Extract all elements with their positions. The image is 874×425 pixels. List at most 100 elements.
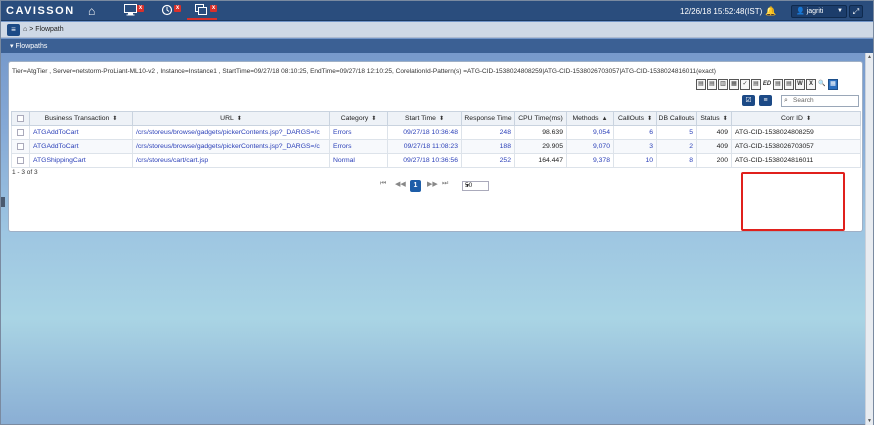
cell-start-time[interactable]: 09/27/18 10:36:48 bbox=[387, 125, 462, 140]
scroll-up-icon[interactable]: ▲ bbox=[867, 54, 872, 60]
column-header-callouts[interactable]: CallOuts ⬍ bbox=[613, 111, 657, 126]
next-page-icon[interactable]: ▶▶ bbox=[427, 180, 438, 188]
cell-response-time[interactable]: 248 bbox=[461, 125, 515, 140]
ed-icon[interactable]: ED bbox=[762, 80, 772, 91]
active-tab-indicator bbox=[187, 18, 217, 20]
row-checkbox[interactable] bbox=[11, 125, 30, 140]
sort-icon: ⬍ bbox=[236, 116, 242, 122]
check-icon[interactable]: ✓ bbox=[740, 79, 750, 90]
copy-icon[interactable]: ▥ bbox=[718, 79, 728, 90]
close-icon[interactable]: x bbox=[137, 5, 144, 12]
cell-status: 200 bbox=[696, 153, 732, 168]
export-toolbar: ▤ ▤ ▥ ▦ ✓ ▤ ED ▤ ▤ W X 🔍 ▦ bbox=[696, 79, 839, 91]
first-page-icon[interactable]: ⏮ bbox=[380, 180, 386, 188]
expand-icon[interactable]: ⤢ bbox=[849, 5, 863, 18]
sort-icon: ⬍ bbox=[805, 116, 811, 122]
home-icon[interactable]: ⌂ bbox=[23, 26, 27, 33]
page-size-select[interactable]: 50 ▼ bbox=[462, 181, 489, 191]
menu-icon[interactable]: ≡ bbox=[7, 24, 20, 36]
row-checkbox[interactable] bbox=[11, 153, 30, 168]
section-title: ▾ Flowpaths bbox=[10, 43, 48, 50]
table-row[interactable]: ATGAddToCart /crs/storeus/browse/gadgets… bbox=[11, 125, 861, 140]
chevron-down-icon: ▼ bbox=[837, 8, 843, 14]
doc2-icon[interactable]: ▤ bbox=[751, 79, 761, 90]
cell-business-transaction[interactable]: ATGAddToCart bbox=[29, 125, 133, 140]
close-icon[interactable]: x bbox=[210, 5, 217, 12]
cell-response-time[interactable]: 188 bbox=[461, 139, 515, 154]
flowpath-table: Business Transaction ⬍ URL ⬍ Category ⬍ Sta… bbox=[11, 111, 861, 168]
close-icon[interactable]: x bbox=[174, 5, 181, 12]
column-header-business-transaction[interactable]: Business Transaction ⬍ bbox=[29, 111, 133, 126]
column-header-cpu-time[interactable]: CPU Time(ms) bbox=[514, 111, 567, 126]
cell-callouts[interactable]: 10 bbox=[613, 153, 657, 168]
table-row[interactable]: ATGAddToCart /crs/storeus/browse/gadgets… bbox=[11, 139, 861, 154]
cell-methods[interactable]: 9,070 bbox=[566, 139, 614, 154]
sort-icon: ⬍ bbox=[371, 116, 377, 122]
cell-url[interactable]: /crs/storeus/browse/gadgets/pickerConten… bbox=[132, 139, 330, 154]
user-menu-button[interactable]: 👤 jagriti ▼ bbox=[791, 5, 847, 18]
cell-category[interactable]: Errors bbox=[329, 125, 388, 140]
cell-callouts[interactable]: 6 bbox=[613, 125, 657, 140]
select-all-checkbox[interactable] bbox=[11, 111, 30, 126]
page-1-button[interactable]: 1 bbox=[410, 180, 421, 192]
cell-start-time[interactable]: 09/27/18 11:08:23 bbox=[387, 139, 462, 154]
top-bar: CAVISSON ⌂ x x x 12/26/18 15:52:48(IST) … bbox=[1, 1, 873, 21]
sort-icon: ⬍ bbox=[722, 116, 728, 122]
record-count: 1 - 3 of 3 bbox=[12, 169, 38, 176]
column-header-category[interactable]: Category ⬍ bbox=[329, 111, 388, 126]
pdf-icon[interactable]: ▤ bbox=[696, 79, 706, 90]
user-icon: 👤 bbox=[796, 8, 805, 15]
chevron-down-icon: ▼ bbox=[465, 183, 470, 189]
column-header-url[interactable]: URL ⬍ bbox=[132, 111, 330, 126]
cell-business-transaction[interactable]: ATGShippingCart bbox=[29, 153, 133, 168]
select-columns-icon[interactable]: ☑ bbox=[742, 95, 755, 106]
windows-icon[interactable] bbox=[195, 4, 208, 18]
cell-callouts[interactable]: 3 bbox=[613, 139, 657, 154]
row-checkbox[interactable] bbox=[11, 139, 30, 154]
cell-db-callouts[interactable]: 8 bbox=[656, 153, 697, 168]
column-header-corr-id[interactable]: Corr ID ⬍ bbox=[731, 111, 861, 126]
list-icon[interactable]: ≡ bbox=[759, 95, 772, 106]
cell-business-transaction[interactable]: ATGAddToCart bbox=[29, 139, 133, 154]
excel-icon[interactable]: X bbox=[806, 79, 816, 90]
history-icon[interactable] bbox=[161, 4, 173, 18]
cell-category[interactable]: Normal bbox=[329, 153, 388, 168]
vertical-scrollbar[interactable]: ▲ ▼ bbox=[865, 53, 873, 425]
alert-icon[interactable]: 🔔 bbox=[765, 6, 776, 17]
search-icon: ⌕ bbox=[784, 97, 788, 104]
word-icon[interactable]: W bbox=[795, 79, 805, 90]
cell-corr-id: ATG-CID-1538024816011 bbox=[731, 153, 861, 168]
cell-category[interactable]: Errors bbox=[329, 139, 388, 154]
grid-icon[interactable]: ▦ bbox=[828, 79, 838, 90]
doc-icon[interactable]: ▤ bbox=[707, 79, 717, 90]
column-header-start-time[interactable]: Start Time ⬍ bbox=[387, 111, 462, 126]
doc3-icon[interactable]: ▤ bbox=[773, 79, 783, 90]
left-drawer-handle[interactable] bbox=[1, 197, 5, 207]
cell-methods[interactable]: 9,378 bbox=[566, 153, 614, 168]
section-header[interactable]: ▾ Flowpaths bbox=[1, 39, 873, 53]
cell-methods[interactable]: 9,054 bbox=[566, 125, 614, 140]
cell-url[interactable]: /crs/storeus/browse/gadgets/pickerConten… bbox=[132, 125, 330, 140]
sort-icon: ⬍ bbox=[112, 116, 118, 122]
cell-db-callouts[interactable]: 5 bbox=[656, 125, 697, 140]
scroll-down-icon[interactable]: ▼ bbox=[867, 418, 872, 424]
monitor-icon[interactable] bbox=[124, 4, 137, 18]
cell-start-time[interactable]: 09/27/18 10:36:56 bbox=[387, 153, 462, 168]
cell-db-callouts[interactable]: 2 bbox=[656, 139, 697, 154]
pdf2-icon[interactable]: ▤ bbox=[784, 79, 794, 90]
column-header-status[interactable]: Status ⬍ bbox=[696, 111, 732, 126]
column-header-response-time[interactable]: Response Time bbox=[461, 111, 515, 126]
last-page-icon[interactable]: ⏭ bbox=[442, 180, 448, 188]
column-header-db-callouts[interactable]: DB Callouts bbox=[656, 111, 697, 126]
home-icon[interactable]: ⌂ bbox=[88, 4, 95, 18]
cell-response-time[interactable]: 252 bbox=[461, 153, 515, 168]
prev-page-icon[interactable]: ◀◀ bbox=[395, 180, 406, 188]
table-row[interactable]: ATGShippingCart /crs/storeus/cart/cart.j… bbox=[11, 153, 861, 168]
breadcrumb-bar: ≡ ⌂ > Flowpath bbox=[1, 22, 873, 38]
zoom-icon[interactable]: 🔍 bbox=[817, 80, 827, 91]
cell-corr-id: ATG-CID-1538024808259 bbox=[731, 125, 861, 140]
search-input[interactable]: ⌕ Search bbox=[781, 95, 859, 107]
column-header-methods[interactable]: Methods ▲ bbox=[566, 111, 614, 126]
cell-url[interactable]: /crs/storeus/cart/cart.jsp bbox=[132, 153, 330, 168]
paste-icon[interactable]: ▦ bbox=[729, 79, 739, 90]
